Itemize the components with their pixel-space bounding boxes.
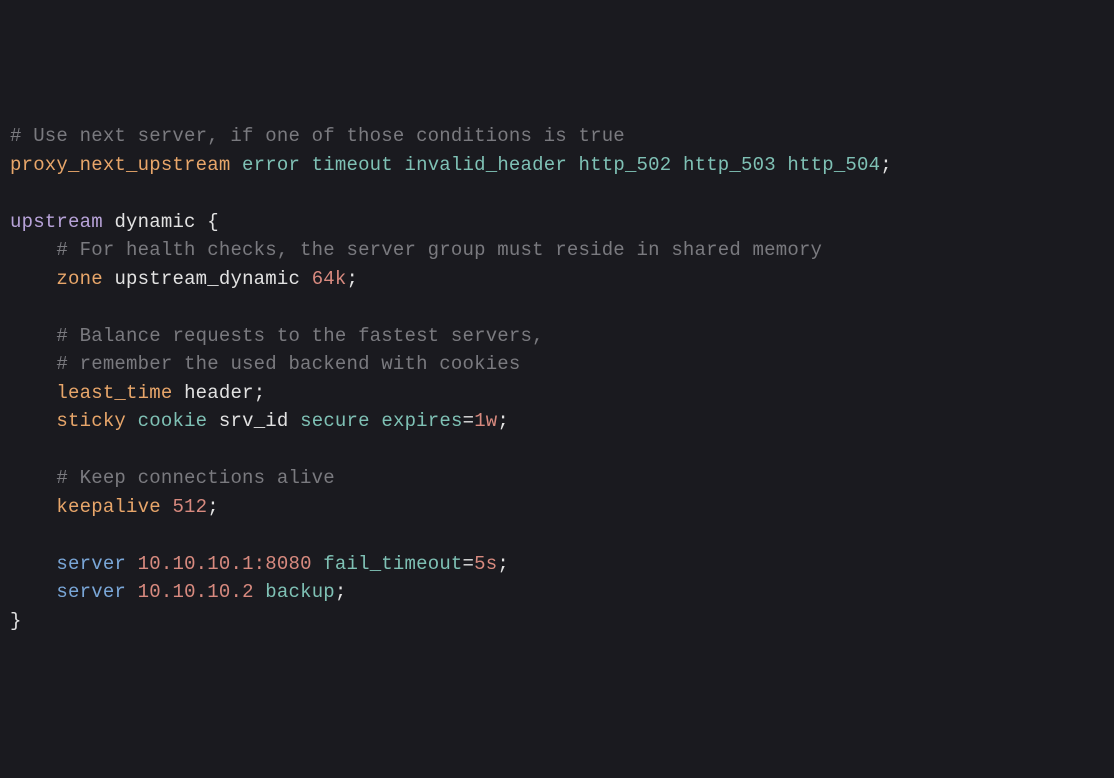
brace: {: [207, 211, 219, 233]
code-line: }: [10, 607, 1104, 636]
code-line: server 10.10.10.2 backup;: [10, 578, 1104, 607]
code-line: # Use next server, if one of those condi…: [10, 122, 1104, 151]
address: 10.10.10.2: [138, 581, 254, 603]
directive: proxy_next_upstream: [10, 154, 230, 176]
comment: # remember the used backend with cookies: [56, 353, 520, 375]
blank-line: [10, 179, 1104, 208]
directive: zone: [56, 268, 102, 290]
directive: server: [56, 581, 126, 603]
code-line: zone upstream_dynamic 64k;: [10, 265, 1104, 294]
value: error: [242, 154, 300, 176]
value: invalid_header: [405, 154, 567, 176]
code-line: keepalive 512;: [10, 493, 1104, 522]
code-block: # Use next server, if one of those condi…: [10, 122, 1104, 635]
value: header: [184, 382, 254, 404]
code-line: server 10.10.10.1:8080 fail_timeout=5s;: [10, 550, 1104, 579]
semicolon: ;: [497, 553, 509, 575]
value: secure: [300, 410, 370, 432]
number: 512: [172, 496, 207, 518]
identifier: upstream_dynamic: [114, 268, 300, 290]
keyword: upstream: [10, 211, 103, 233]
value: srv_id: [219, 410, 289, 432]
identifier: dynamic: [114, 211, 195, 233]
number: 64k: [312, 268, 347, 290]
code-line: sticky cookie srv_id secure expires=1w;: [10, 407, 1104, 436]
code-line: # For health checks, the server group mu…: [10, 236, 1104, 265]
brace: }: [10, 610, 22, 632]
value: http_503: [683, 154, 776, 176]
address: 10.10.10.1:8080: [138, 553, 312, 575]
comment: # For health checks, the server group mu…: [56, 239, 822, 261]
semicolon: ;: [880, 154, 892, 176]
directive: sticky: [56, 410, 126, 432]
code-line: # Keep connections alive: [10, 464, 1104, 493]
number: 5s: [474, 553, 497, 575]
value: timeout: [312, 154, 393, 176]
comment: # Keep connections alive: [56, 467, 334, 489]
code-line: upstream dynamic {: [10, 208, 1104, 237]
comment: # Balance requests to the fastest server…: [56, 325, 543, 347]
equals: =: [463, 410, 475, 432]
semicolon: ;: [335, 581, 347, 603]
param-key: fail_timeout: [323, 553, 462, 575]
blank-line: [10, 521, 1104, 550]
blank-line: [10, 436, 1104, 465]
semicolon: ;: [497, 410, 509, 432]
semicolon: ;: [254, 382, 266, 404]
param-key: expires: [381, 410, 462, 432]
directive: least_time: [56, 382, 172, 404]
directive: server: [56, 553, 126, 575]
value: backup: [265, 581, 335, 603]
equals: =: [463, 553, 475, 575]
value: http_502: [579, 154, 672, 176]
code-line: least_time header;: [10, 379, 1104, 408]
value: cookie: [138, 410, 208, 432]
code-line: # remember the used backend with cookies: [10, 350, 1104, 379]
comment: # Use next server, if one of those condi…: [10, 125, 625, 147]
semicolon: ;: [207, 496, 219, 518]
blank-line: [10, 293, 1104, 322]
number: 1w: [474, 410, 497, 432]
semicolon: ;: [347, 268, 359, 290]
code-line: # Balance requests to the fastest server…: [10, 322, 1104, 351]
directive: keepalive: [56, 496, 160, 518]
code-line: proxy_next_upstream error timeout invali…: [10, 151, 1104, 180]
value: http_504: [787, 154, 880, 176]
